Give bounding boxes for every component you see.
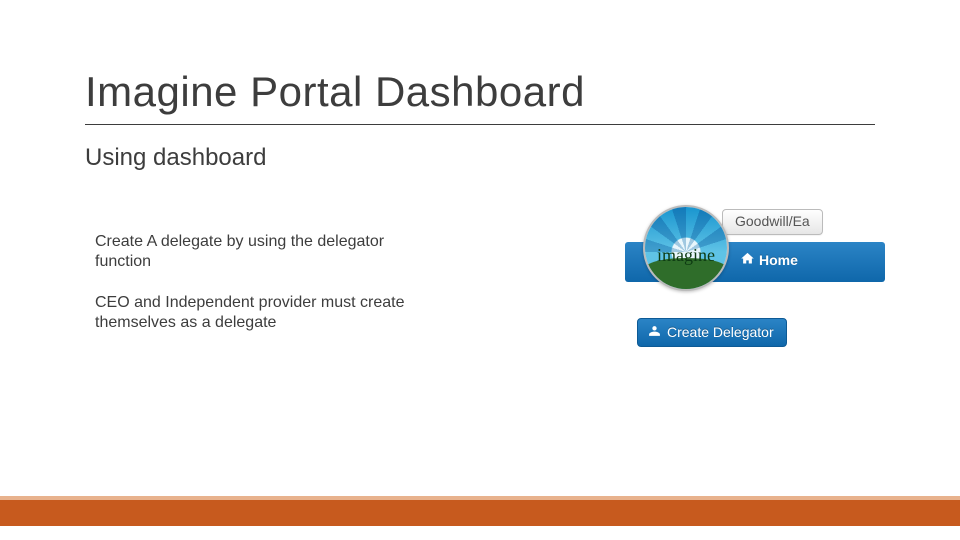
home-label: Home — [759, 252, 798, 268]
logo-word: imagine — [645, 245, 727, 266]
slide-title: Imagine Portal Dashboard — [85, 68, 585, 116]
tag-button-label: Goodwill/Ea — [735, 213, 810, 229]
home-nav-item[interactable]: Home — [740, 251, 798, 269]
home-icon — [740, 251, 755, 269]
body-text-2: CEO and Independent provider must create… — [95, 293, 455, 332]
person-icon — [648, 324, 661, 340]
title-rule — [85, 124, 875, 125]
create-delegator-label: Create Delegator — [667, 324, 774, 340]
create-delegator-button[interactable]: Create Delegator — [637, 318, 787, 347]
slide: Imagine Portal Dashboard Using dashboard… — [0, 0, 960, 540]
footer-accent-dark — [0, 500, 960, 526]
imagine-logo: imagine — [643, 205, 729, 291]
tag-button[interactable]: Goodwill/Ea — [722, 209, 823, 235]
body-text-1: Create A delegate by using the delegator… — [95, 232, 435, 271]
portal-ui-snippet: Goodwill/Ea Home imagine — [625, 208, 885, 358]
slide-subtitle: Using dashboard — [85, 144, 266, 172]
